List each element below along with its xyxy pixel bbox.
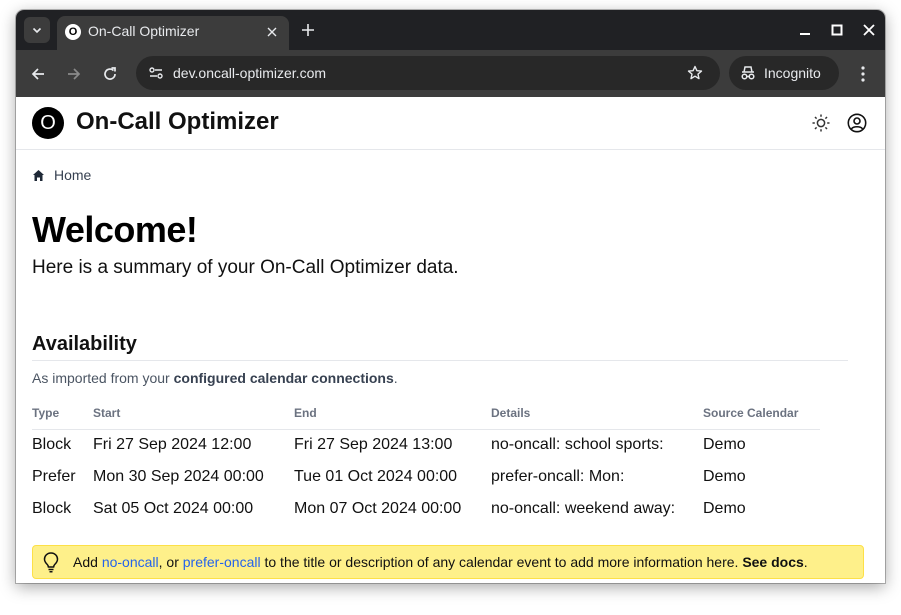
cell-source: Demo xyxy=(703,500,746,517)
theme-toggle-button[interactable] xyxy=(810,112,832,134)
lightbulb-icon xyxy=(43,552,59,573)
column-header-details: Details xyxy=(491,397,703,430)
forward-button[interactable] xyxy=(62,62,86,86)
page-subtitle: Here is a summary of your On-Call Optimi… xyxy=(32,257,459,278)
table-row: Block Fri 27 Sep 2024 12:00 Fri 27 Sep 2… xyxy=(32,429,820,461)
page-title: Welcome! xyxy=(32,209,198,250)
maximize-icon xyxy=(831,24,843,36)
column-header-type: Type xyxy=(32,397,93,430)
table-row: Block Sat 05 Oct 2024 00:00 Mon 07 Oct 2… xyxy=(32,493,820,525)
section-divider xyxy=(32,360,848,361)
user-circle-icon xyxy=(847,113,867,133)
reload-button[interactable] xyxy=(98,62,122,86)
tune-icon xyxy=(149,67,163,79)
arrow-right-icon xyxy=(68,68,81,80)
tab-strip: O On-Call Optimizer xyxy=(16,10,885,50)
browser-menu-button[interactable] xyxy=(852,62,874,86)
new-tab-button[interactable] xyxy=(298,20,318,40)
incognito-label: Incognito xyxy=(764,65,821,81)
table-header-row: Type Start End Details Source Calendar xyxy=(32,397,820,430)
incognito-badge[interactable]: Incognito xyxy=(729,56,839,90)
arrow-left-icon xyxy=(31,68,44,80)
cell-details: no-oncall: school sports: xyxy=(491,436,664,454)
cell-details: no-oncall: weekend away: xyxy=(491,500,676,517)
cell-details: prefer-oncall: Mon: xyxy=(491,468,625,485)
info-alert: Add no-oncall, or prefer-oncall to the t… xyxy=(32,545,864,579)
plus-icon xyxy=(302,24,314,36)
prefer-oncall-link[interactable]: prefer-oncall xyxy=(183,554,261,570)
tab-search-button[interactable] xyxy=(24,17,50,43)
reload-icon xyxy=(104,67,116,80)
column-header-source-calendar: Source Calendar xyxy=(703,397,820,430)
bookmark-button[interactable] xyxy=(684,62,706,84)
availability-title: Availability xyxy=(32,333,137,355)
cell-start: Sat 05 Oct 2024 00:00 xyxy=(93,500,254,517)
browser-toolbar: dev.oncall-optimizer.com Incognito xyxy=(16,50,885,97)
app-title[interactable]: On-Call Optimizer xyxy=(76,108,279,136)
incognito-icon xyxy=(741,66,755,80)
cell-source: Demo xyxy=(703,436,746,454)
minimize-icon xyxy=(800,33,810,35)
close-window-button[interactable] xyxy=(859,20,879,40)
cell-end: Fri 27 Sep 2024 13:00 xyxy=(294,436,453,454)
column-header-start: Start xyxy=(93,397,294,430)
table-row: Prefer Mon 30 Sep 2024 00:00 Tue 01 Oct … xyxy=(32,461,820,493)
alert-message: Add no-oncall, or prefer-oncall to the t… xyxy=(73,554,808,570)
account-button[interactable] xyxy=(846,112,868,134)
cell-start: Mon 30 Sep 2024 00:00 xyxy=(93,468,264,485)
tab-title: On-Call Optimizer xyxy=(88,23,200,39)
cell-type: Prefer xyxy=(32,468,76,485)
address-bar[interactable]: dev.oncall-optimizer.com xyxy=(136,56,720,90)
cell-type: Block xyxy=(32,500,72,517)
close-icon xyxy=(267,27,277,37)
app-header: O On-Call Optimizer xyxy=(16,97,885,150)
more-vert-icon xyxy=(861,66,865,82)
star-icon xyxy=(687,65,703,80)
availability-table: Type Start End Details Source Calendar B… xyxy=(32,397,820,525)
calendar-connections-link[interactable]: configured calendar connections xyxy=(174,370,394,386)
back-button[interactable] xyxy=(26,62,50,86)
cell-source: Demo xyxy=(703,468,746,485)
tab-active[interactable]: O On-Call Optimizer xyxy=(57,16,289,50)
see-docs-link[interactable]: See docs xyxy=(742,554,803,570)
cell-end: Mon 07 Oct 2024 00:00 xyxy=(294,500,462,517)
cell-type: Block xyxy=(32,436,72,454)
cell-end: Tue 01 Oct 2024 00:00 xyxy=(294,468,458,485)
breadcrumb: Home xyxy=(32,166,91,184)
no-oncall-link[interactable]: no-oncall xyxy=(102,554,159,570)
maximize-button[interactable] xyxy=(827,20,847,40)
favicon: O xyxy=(65,24,81,40)
column-header-end: End xyxy=(294,397,491,430)
cell-start: Fri 27 Sep 2024 12:00 xyxy=(93,436,252,454)
breadcrumb-home[interactable]: Home xyxy=(54,167,91,183)
tab-close-button[interactable] xyxy=(263,23,281,41)
home-icon xyxy=(32,168,46,182)
chevron-down-icon xyxy=(32,27,42,34)
minimize-button[interactable] xyxy=(795,20,815,40)
url-text: dev.oncall-optimizer.com xyxy=(173,65,327,81)
availability-description: As imported from your configured calenda… xyxy=(32,370,398,386)
app-logo[interactable]: O xyxy=(32,107,64,139)
page-content: O On-Call Optimizer Home Welcome! Here i… xyxy=(16,97,885,583)
sun-icon xyxy=(812,114,830,132)
close-icon xyxy=(863,24,875,36)
browser-window: O On-Call Optimizer dev.oncall-optimizer… xyxy=(16,10,885,583)
site-info-button[interactable] xyxy=(144,61,168,85)
